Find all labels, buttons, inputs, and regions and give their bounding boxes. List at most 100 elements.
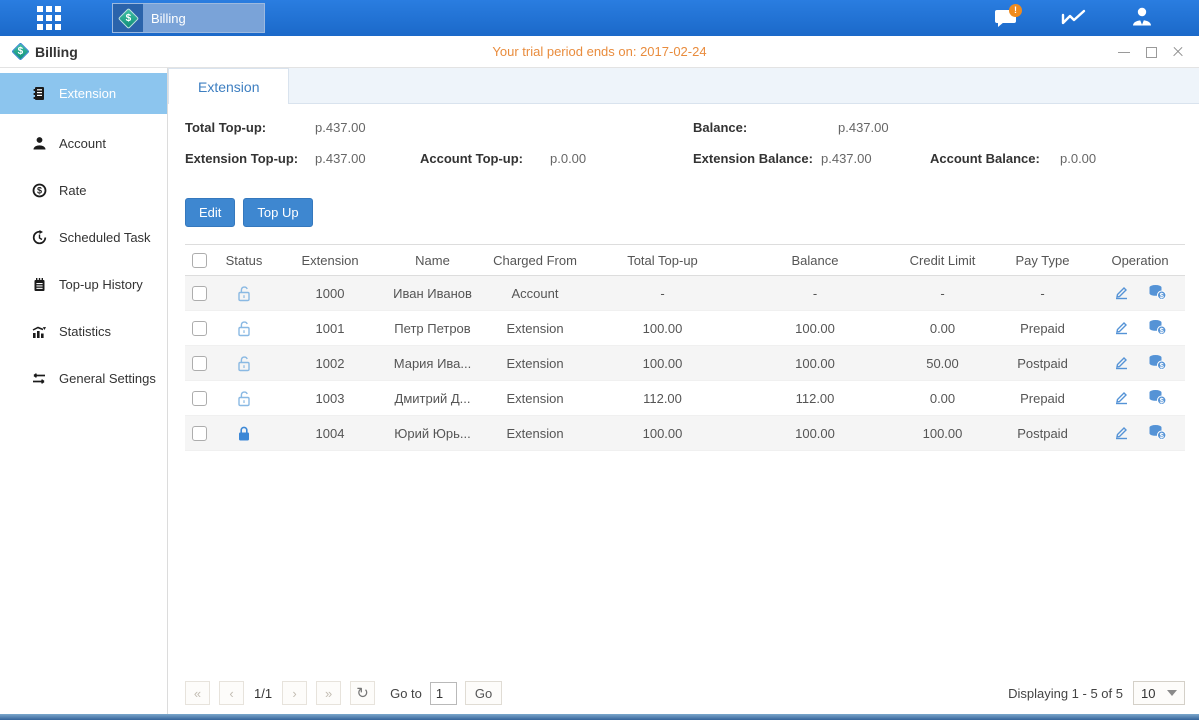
row-checkbox[interactable]: [192, 391, 207, 406]
col-charged-from: Charged From: [480, 253, 590, 268]
refresh-icon[interactable]: ↻: [350, 681, 375, 705]
row-checkbox[interactable]: [192, 426, 207, 441]
scheduled-task-icon: [30, 230, 48, 245]
sidebar-item-label: Rate: [59, 183, 86, 198]
maximize-icon[interactable]: [1144, 45, 1158, 59]
general-settings-icon: [30, 371, 48, 386]
cell-balance: 100.00: [735, 426, 895, 441]
select-all-checkbox[interactable]: [192, 253, 207, 268]
topup-coins-icon[interactable]: $: [1148, 354, 1167, 373]
cell-credit-limit: 100.00: [895, 426, 990, 441]
sidebar-item-statistics[interactable]: Statistics: [0, 308, 167, 355]
app-grid-icon[interactable]: [26, 0, 72, 36]
edit-pencil-icon[interactable]: [1113, 424, 1130, 443]
taskbar-tab-billing[interactable]: $ Billing: [112, 3, 265, 33]
tab-extension[interactable]: Extension: [168, 68, 289, 104]
cell-credit-limit: 0.00: [895, 321, 990, 336]
topup-coins-icon[interactable]: $: [1148, 424, 1167, 443]
cell-name: Петр Петров: [385, 321, 480, 336]
cell-charged-from: Extension: [480, 321, 590, 336]
prev-page-button[interactable]: ‹: [219, 681, 244, 705]
cell-credit-limit: 50.00: [895, 356, 990, 371]
cell-total-topup: 100.00: [590, 426, 735, 441]
tab-strip: Extension: [168, 68, 1199, 104]
last-page-button[interactable]: »: [316, 681, 341, 705]
monitor-chart-icon[interactable]: [1057, 3, 1091, 33]
sidebar-item-label: General Settings: [59, 371, 156, 386]
edit-button[interactable]: Edit: [185, 198, 235, 227]
first-page-button[interactable]: «: [185, 681, 210, 705]
topup-coins-icon[interactable]: $: [1148, 389, 1167, 408]
col-extension: Extension: [275, 253, 385, 268]
summary-value: p.437.00: [821, 151, 872, 166]
cell-extension: 1002: [275, 356, 385, 371]
row-checkbox[interactable]: [192, 356, 207, 371]
topup-coins-icon[interactable]: $: [1148, 284, 1167, 303]
status-lock-icon: [236, 319, 252, 334]
sidebar-item-rate[interactable]: $ Rate: [0, 167, 167, 214]
sidebar-item-label: Extension: [59, 86, 116, 101]
status-lock-icon: [236, 354, 252, 369]
cell-extension: 1001: [275, 321, 385, 336]
table-row[interactable]: 1000 Иван Иванов Account - - - - $: [185, 276, 1185, 311]
notification-badge: !: [1009, 4, 1022, 17]
summary-value: p.0.00: [550, 151, 586, 166]
table-row[interactable]: 1002 Мария Ива... Extension 100.00 100.0…: [185, 346, 1185, 381]
cell-charged-from: Extension: [480, 426, 590, 441]
sidebar-item-account[interactable]: Account: [0, 120, 167, 167]
edit-pencil-icon[interactable]: [1113, 319, 1130, 338]
cell-pay-type: -: [990, 286, 1095, 301]
go-button[interactable]: Go: [465, 681, 502, 705]
status-lock-icon: [236, 284, 252, 299]
statistics-icon: [30, 324, 48, 339]
goto-label: Go to: [390, 686, 422, 701]
user-icon[interactable]: [1125, 3, 1159, 33]
edit-pencil-icon[interactable]: [1113, 354, 1130, 373]
summary-label: Account Balance:: [930, 151, 1040, 166]
row-checkbox[interactable]: [192, 286, 207, 301]
taskbar-tab-label: Billing: [151, 11, 186, 26]
sidebar-item-scheduled-task[interactable]: Scheduled Task: [0, 214, 167, 261]
topup-coins-icon[interactable]: $: [1148, 319, 1167, 338]
summary-label: Balance:: [693, 120, 747, 135]
sidebar-item-label: Account: [59, 136, 106, 151]
cell-balance: -: [735, 286, 895, 301]
cell-balance: 100.00: [735, 321, 895, 336]
desktop-taskbar: $ Billing !: [0, 0, 1199, 36]
cell-name: Юрий Юрь...: [385, 426, 480, 441]
sidebar-item-topup-history[interactable]: Top-up History: [0, 261, 167, 308]
topup-button[interactable]: Top Up: [243, 198, 312, 227]
minimize-icon[interactable]: [1117, 45, 1131, 59]
table-row[interactable]: 1003 Дмитрий Д... Extension 112.00 112.0…: [185, 381, 1185, 416]
desktop-edge: [0, 714, 1199, 720]
col-total-topup: Total Top-up: [590, 253, 735, 268]
cell-extension: 1000: [275, 286, 385, 301]
row-checkbox[interactable]: [192, 321, 207, 336]
edit-pencil-icon[interactable]: [1113, 284, 1130, 303]
goto-page-input[interactable]: [430, 682, 457, 705]
messages-icon[interactable]: !: [989, 3, 1023, 33]
table-row[interactable]: 1001 Петр Петров Extension 100.00 100.00…: [185, 311, 1185, 346]
table-row[interactable]: 1004 Юрий Юрь... Extension 100.00 100.00…: [185, 416, 1185, 451]
status-lock-icon: [236, 389, 252, 404]
page-size-select[interactable]: 10: [1133, 681, 1185, 705]
close-icon[interactable]: [1171, 45, 1185, 59]
cell-name: Иван Иванов: [385, 286, 480, 301]
sidebar-item-label: Scheduled Task: [59, 230, 151, 245]
summary-value: p.0.00: [1060, 151, 1096, 166]
cell-total-topup: 100.00: [590, 321, 735, 336]
summary-value: p.437.00: [315, 120, 366, 135]
summary-label: Extension Balance:: [693, 151, 813, 166]
sidebar: Extension Account $ Rate Scheduled Task …: [0, 68, 168, 714]
pagination-bar: « ‹ 1/1 › » ↻ Go to Go Displaying 1 - 5 …: [185, 681, 1185, 705]
col-name: Name: [385, 253, 480, 268]
next-page-button[interactable]: ›: [282, 681, 307, 705]
cell-balance: 100.00: [735, 356, 895, 371]
cell-extension: 1004: [275, 426, 385, 441]
page-indicator: 1/1: [254, 686, 272, 701]
edit-pencil-icon[interactable]: [1113, 389, 1130, 408]
sidebar-item-general-settings[interactable]: General Settings: [0, 355, 167, 402]
sidebar-item-extension[interactable]: Extension: [0, 73, 167, 114]
col-credit-limit: Credit Limit: [895, 253, 990, 268]
col-balance: Balance: [735, 253, 895, 268]
